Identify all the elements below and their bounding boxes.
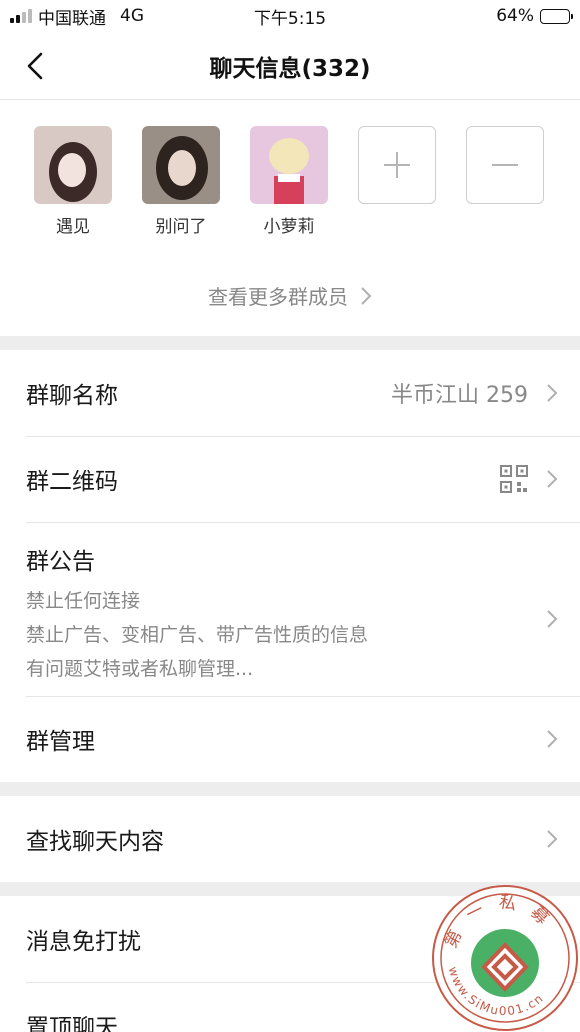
notice-line: 禁止任何连接 <box>26 590 141 612</box>
chevron-right-icon <box>547 470 558 488</box>
member-item[interactable]: 别问了 <box>142 126 220 237</box>
chevron-right-icon <box>547 830 558 848</box>
signal-icon <box>10 9 32 23</box>
cell-right <box>546 829 558 849</box>
group-manage-cell[interactable]: 群管理 <box>0 696 580 782</box>
member-name: 别问了 <box>155 217 207 237</box>
section-gap <box>0 782 580 796</box>
chevron-right-icon <box>547 610 558 628</box>
group-notice-cell[interactable]: 群公告 禁止任何连接 禁止广告、变相广告、带广告性质的信息 有问题艾特或者私聊管… <box>0 522 580 696</box>
notice-line: 有问题艾特或者私聊管理... <box>26 658 254 680</box>
cell-right <box>546 729 558 749</box>
status-right: 64% <box>496 6 573 26</box>
cell-right <box>546 609 558 629</box>
view-more-members-label: 查看更多群成员 <box>208 285 348 309</box>
add-member-item[interactable] <box>358 126 436 237</box>
qrcode-icon <box>500 465 528 493</box>
avatar[interactable] <box>142 126 220 204</box>
member-row: 遇见 别问了 小萝莉 <box>0 126 580 237</box>
back-button[interactable] <box>20 50 50 82</box>
watermark-logo-icon: 第一私募 www.SiMu001.cn <box>440 892 570 1023</box>
group-name-label: 群聊名称 <box>26 383 118 409</box>
search-section: 查找聊天内容 <box>0 796 580 882</box>
status-left: 中国联通 4G <box>10 4 144 29</box>
pin-chat-label: 置顶聊天 <box>26 1015 118 1032</box>
section-gap <box>0 336 580 350</box>
search-chat-label: 查找聊天内容 <box>26 829 164 855</box>
page-title: 聊天信息(332) <box>209 55 371 82</box>
notice-body: 群公告 禁止任何连接 禁止广告、变相广告、带广告性质的信息 有问题艾特或者私聊管… <box>26 542 368 686</box>
member-name: 遇见 <box>56 217 90 237</box>
group-info-section: 群聊名称 半币江山 259 群二维码 群公告 禁止任何连接 禁止广告、变相广告、… <box>0 350 580 782</box>
remove-member-item[interactable] <box>466 126 544 237</box>
view-more-members-link[interactable]: 查看更多群成员 <box>0 281 580 310</box>
mute-label: 消息免打扰 <box>26 929 141 955</box>
nav-bar: 聊天信息(332) <box>0 32 580 100</box>
battery-percent: 64% <box>496 6 534 26</box>
group-notice-label: 群公告 <box>26 549 95 575</box>
battery-icon <box>540 8 573 24</box>
qr-code-label: 群二维码 <box>26 469 118 495</box>
member-panel: 遇见 别问了 小萝莉 查看更多群成员 <box>0 100 580 336</box>
network-label: 4G <box>120 6 144 26</box>
notice-line: 禁止广告、变相广告、带广告性质的信息 <box>26 624 369 646</box>
avatar[interactable] <box>250 126 328 204</box>
minus-icon <box>492 164 518 166</box>
add-member-button[interactable] <box>358 126 436 204</box>
cell-right: 半币江山 259 <box>391 377 558 409</box>
carrier-label: 中国联通 <box>38 8 106 29</box>
group-name-cell[interactable]: 群聊名称 半币江山 259 <box>0 350 580 436</box>
chevron-left-icon <box>27 52 43 80</box>
group-name-value: 半币江山 259 <box>391 383 528 408</box>
chevron-right-icon <box>361 286 372 305</box>
remove-member-button[interactable] <box>466 126 544 204</box>
group-manage-label: 群管理 <box>26 729 95 755</box>
notice-lines: 禁止任何连接 禁止广告、变相广告、带广告性质的信息 有问题艾特或者私聊管理... <box>26 584 368 686</box>
chevron-right-icon <box>547 384 558 402</box>
status-bar: 中国联通 4G 下午5:15 64% <box>0 0 580 32</box>
search-chat-cell[interactable]: 查找聊天内容 <box>0 796 580 882</box>
chevron-right-icon <box>547 730 558 748</box>
member-item[interactable]: 小萝莉 <box>250 126 328 237</box>
watermark-seal: 第一私募 www.SiMu001.cn <box>432 885 578 1031</box>
member-item[interactable]: 遇见 <box>34 126 112 237</box>
plus-icon <box>384 152 410 178</box>
member-name: 小萝莉 <box>263 217 315 237</box>
cell-right <box>500 465 558 493</box>
qr-code-cell[interactable]: 群二维码 <box>0 436 580 522</box>
avatar[interactable] <box>34 126 112 204</box>
